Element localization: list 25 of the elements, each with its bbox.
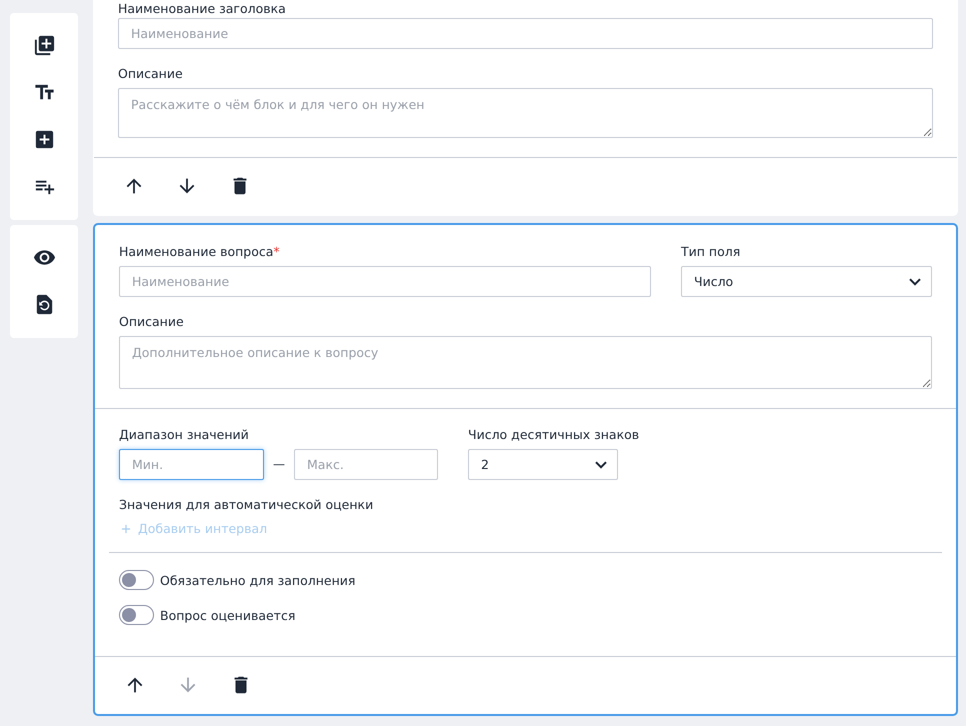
select-field[interactable]: Число — [681, 266, 932, 297]
caret-icon — [909, 278, 921, 286]
input-field[interactable]: Наименование — [119, 266, 651, 297]
input-field[interactable]: Макс. — [294, 449, 438, 480]
toggle-switch[interactable] — [119, 570, 154, 590]
library-add-icon — [32, 34, 56, 57]
textarea-field[interactable]: Дополнительное описание к вопросу — [119, 336, 932, 389]
range-separator: — — [272, 456, 286, 473]
toggle-label: Вопрос оценивается — [160, 608, 296, 622]
field-label: Наименование вопроса* — [119, 244, 281, 259]
field-label: Тип поля — [681, 244, 742, 259]
toggle-switch[interactable] — [119, 605, 154, 625]
field-label: Наименование заголовка — [118, 1, 287, 16]
textarea-field[interactable]: Расскажите о чём блок и для чего он нужен — [118, 88, 933, 138]
toggle-label: Обязательно для заполнения — [160, 572, 356, 588]
input-field[interactable]: Мин. — [119, 449, 264, 480]
caret-icon — [595, 460, 607, 468]
field-label: Описание — [118, 66, 184, 81]
add-block-button[interactable] — [32, 34, 56, 57]
field-label: Описание — [119, 314, 185, 329]
field-label: Диапазон значений — [119, 427, 250, 442]
input-field[interactable]: Наименование — [118, 18, 933, 49]
select-field[interactable]: 2 — [468, 449, 618, 480]
field-label: Значения для автоматической оценки — [119, 497, 374, 512]
field-label: Число десятичных знаков — [468, 427, 640, 442]
